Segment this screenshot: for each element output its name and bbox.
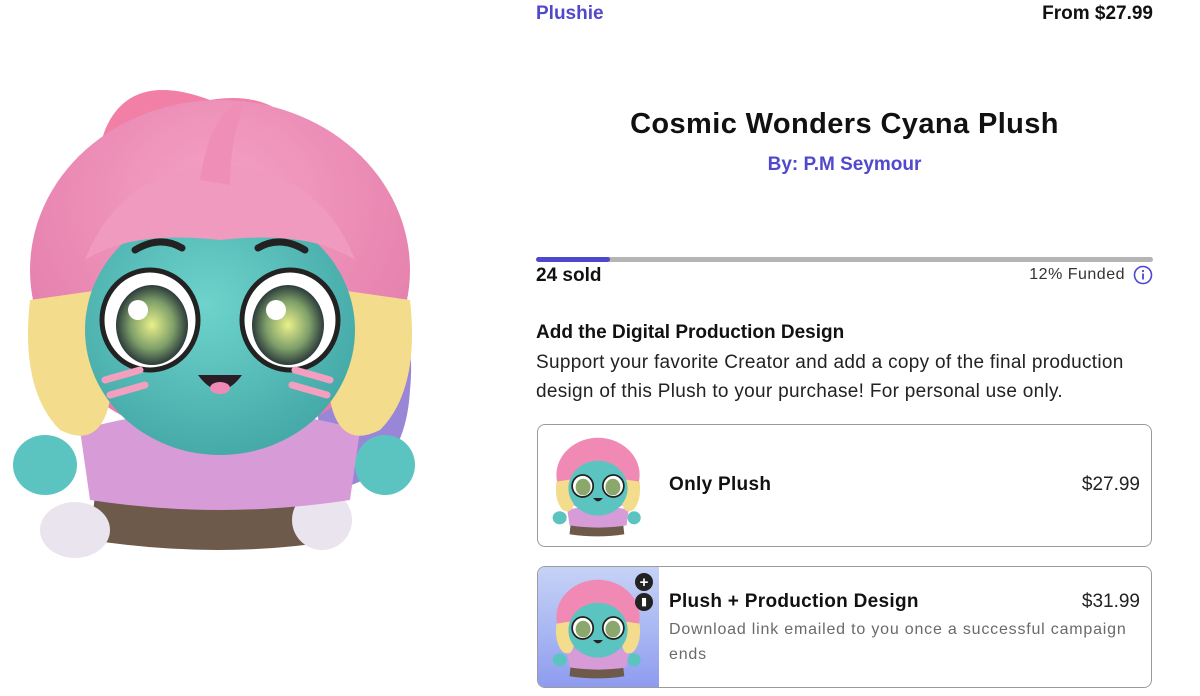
funding-progress-bar — [536, 257, 1153, 262]
category-link[interactable]: Plushie — [536, 3, 604, 25]
addon-heading: Add the Digital Production Design — [536, 322, 845, 343]
plus-badge-icon: + — [635, 573, 653, 591]
price-from: From $27.99 — [1042, 3, 1153, 24]
product-title: Cosmic Wonders Cyana Plush — [630, 108, 1059, 140]
funded-status: 12% Funded — [1029, 265, 1153, 285]
funding-progress-fill — [536, 257, 611, 262]
addon-description: Support your favorite Creator and add a … — [536, 352, 1124, 402]
plush-thumbnail — [552, 437, 641, 537]
option-price: $27.99 — [1081, 474, 1140, 495]
option-thumbnail — [538, 425, 659, 546]
option-subtitle: Download link emailed to you once a succ… — [669, 621, 1127, 663]
option-plush-production-design[interactable]: + ▮ Plush + Production Design $31.99 Dow… — [537, 566, 1152, 688]
sold-count: 24 sold — [536, 265, 602, 286]
product-details: Plushie From $27.99 Cosmic Wonders Cyana… — [536, 0, 1153, 696]
plush-thumbnail — [552, 579, 641, 679]
option-title: Plush + Production Design — [669, 591, 919, 612]
option-only-plush[interactable]: Only Plush $27.99 — [537, 424, 1152, 547]
funded-label: 12% Funded — [1029, 266, 1125, 283]
option-thumbnail: + ▮ — [538, 567, 659, 687]
info-badge-icon: ▮ — [635, 593, 653, 611]
option-price: $31.99 — [1081, 591, 1140, 612]
info-circle-icon[interactable] — [1133, 265, 1153, 285]
creator-link[interactable]: By: P.M Seymour — [536, 154, 1153, 176]
option-title: Only Plush — [669, 474, 772, 495]
plush-illustration — [13, 90, 415, 558]
product-image[interactable] — [10, 70, 430, 570]
